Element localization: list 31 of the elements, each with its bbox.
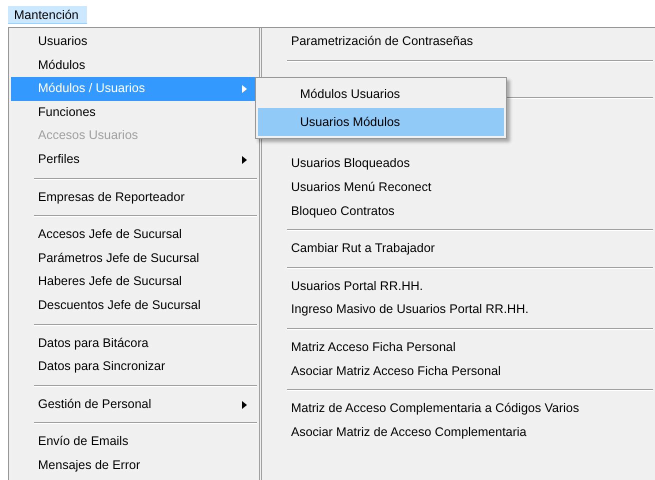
submenu-item[interactable]: Módulos Usuarios <box>258 80 504 108</box>
menu-item[interactable]: Descuentos Jefe de Sucursal <box>11 294 257 318</box>
menu-item[interactable]: Usuarios <box>11 30 257 54</box>
submenu-arrow-icon <box>242 84 247 93</box>
menu-item[interactable]: Datos para Bitácora <box>11 332 257 356</box>
menu-item[interactable]: Módulos <box>11 54 257 78</box>
menu-item[interactable]: Envío de Emails <box>11 430 257 454</box>
menu-item[interactable]: Usuarios Bloqueados <box>264 152 653 176</box>
menu-item[interactable]: Parámetros Jefe de Sucursal <box>11 246 257 270</box>
menu-item[interactable]: Haberes Jefe de Sucursal <box>11 270 257 294</box>
menu-item[interactable]: Empresas de Reporteador <box>11 186 257 210</box>
menu-item[interactable]: Accesos Jefe de Sucursal <box>11 223 257 247</box>
menu-item[interactable]: Asociar Matriz Acceso Ficha Personal <box>264 360 653 384</box>
menu-item[interactable]: Usuarios Menú Reconect <box>264 176 653 200</box>
menu-item[interactable]: Funciones <box>11 100 257 124</box>
menu-item[interactable]: Matriz Acceso Ficha Personal <box>264 336 653 360</box>
menu-item[interactable]: Matriz de Acceso Complementaria a Códigos Varios <box>264 397 653 421</box>
submenu-arrow-icon <box>242 156 247 164</box>
menu-item[interactable]: Usuarios Portal RR.HH. <box>264 274 653 298</box>
submenu-arrow-icon <box>242 400 247 409</box>
menu-item[interactable]: Mensajes de Error <box>11 454 257 478</box>
menu-bar-item[interactable]: Mantención <box>8 6 87 24</box>
submenu-item[interactable]: Usuarios Módulos <box>258 108 504 136</box>
menu-item[interactable]: Gestión de Personal <box>11 392 257 416</box>
menu-item[interactable]: Datos para Sincronizar <box>11 355 257 379</box>
menu-item[interactable]: Cambiar Rut a Trabajador <box>264 237 653 261</box>
menu-item[interactable]: Perfiles <box>11 148 257 172</box>
menu-item[interactable]: Parametrización de Contraseñas <box>264 30 653 54</box>
menu-item[interactable]: Asociar Matriz de Acceso Complementaria <box>264 420 653 444</box>
menu-item[interactable]: Bloqueo Contratos <box>264 200 653 224</box>
menu-item[interactable]: Ingreso Masivo de Usuarios Portal RR.HH. <box>264 298 653 322</box>
